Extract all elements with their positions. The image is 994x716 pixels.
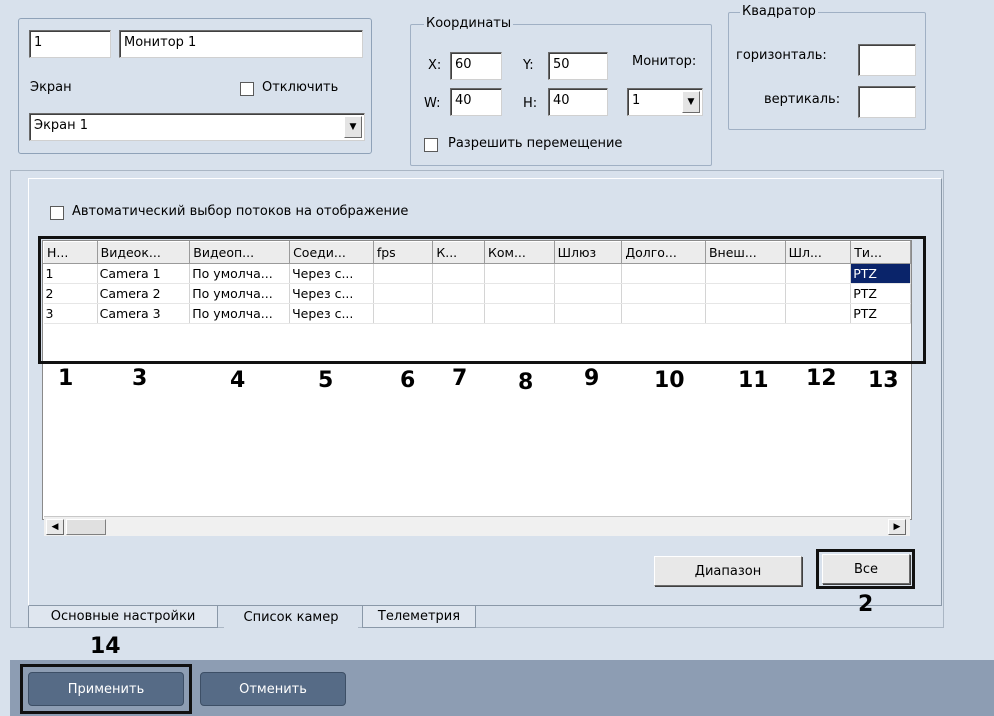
callout-number: 11 (738, 368, 769, 393)
callout-number: 4 (230, 368, 246, 393)
y-field[interactable]: 50 (548, 52, 608, 80)
callout-number: 14 (90, 634, 121, 659)
callout-number: 13 (868, 368, 899, 393)
apply-button-highlight (20, 664, 192, 714)
screen-label: Экран (30, 80, 72, 95)
w-label: W: (424, 96, 441, 111)
chevron-down-icon[interactable]: ▼ (344, 116, 362, 138)
h-field[interactable]: 40 (548, 88, 608, 116)
screen-select[interactable]: Экран 1 ▼ (29, 113, 365, 141)
monitor-id-field[interactable]: 1 (29, 30, 111, 58)
auto-select-label: Автоматический выбор потоков на отображе… (72, 204, 409, 219)
x-field[interactable]: 60 (450, 52, 502, 80)
scroll-thumb[interactable] (66, 519, 106, 535)
callout-number: 7 (452, 366, 468, 391)
callout-number: 9 (584, 366, 600, 391)
coordinates-legend: Координаты (424, 16, 514, 31)
callout-number: 12 (806, 366, 837, 391)
w-field[interactable]: 40 (450, 88, 502, 116)
tab-camera-list[interactable]: Список камер (224, 606, 358, 628)
callout-number: 5 (318, 368, 334, 393)
horizontal-label: горизонталь: (736, 48, 827, 63)
tab-main-settings[interactable]: Основные настройки (28, 606, 218, 628)
monitor-select[interactable]: 1 ▼ (627, 88, 703, 116)
tab-telemetry[interactable]: Телеметрия (362, 606, 476, 628)
scroll-left-icon[interactable]: ◀ (46, 519, 64, 535)
chevron-down-icon[interactable]: ▼ (682, 91, 700, 113)
monitor-label: Монитор: (632, 54, 697, 69)
callout-number: 3 (132, 366, 148, 391)
callout-number: 2 (858, 592, 874, 617)
all-button-highlight (816, 549, 915, 589)
disable-label: Отключить (262, 80, 339, 95)
screen-select-value: Экран 1 (34, 118, 89, 133)
horizontal-scrollbar[interactable]: ◀ ▶ (44, 516, 910, 536)
horizontal-field[interactable] (858, 44, 916, 76)
allow-move-label: Разрешить перемещение (448, 136, 623, 151)
callout-number: 1 (58, 366, 74, 391)
quad-legend: Квадратор (740, 4, 818, 19)
monitor-name-field[interactable]: Монитор 1 (119, 30, 363, 58)
vertical-label: вертикаль: (764, 92, 841, 107)
y-label: Y: (523, 58, 534, 73)
vertical-field[interactable] (858, 86, 916, 118)
auto-select-checkbox[interactable] (50, 206, 64, 220)
callout-number: 8 (518, 370, 534, 395)
callout-number: 10 (654, 368, 685, 393)
range-button[interactable]: Диапазон (654, 556, 802, 586)
x-label: X: (428, 58, 442, 73)
cancel-button[interactable]: Отменить (200, 672, 346, 706)
callout-number: 6 (400, 368, 416, 393)
allow-move-checkbox[interactable] (424, 138, 438, 152)
columns-highlight (38, 236, 926, 364)
scroll-right-icon[interactable]: ▶ (888, 519, 906, 535)
disable-checkbox[interactable] (240, 82, 254, 96)
h-label: H: (523, 96, 538, 111)
monitor-select-value: 1 (632, 93, 641, 108)
